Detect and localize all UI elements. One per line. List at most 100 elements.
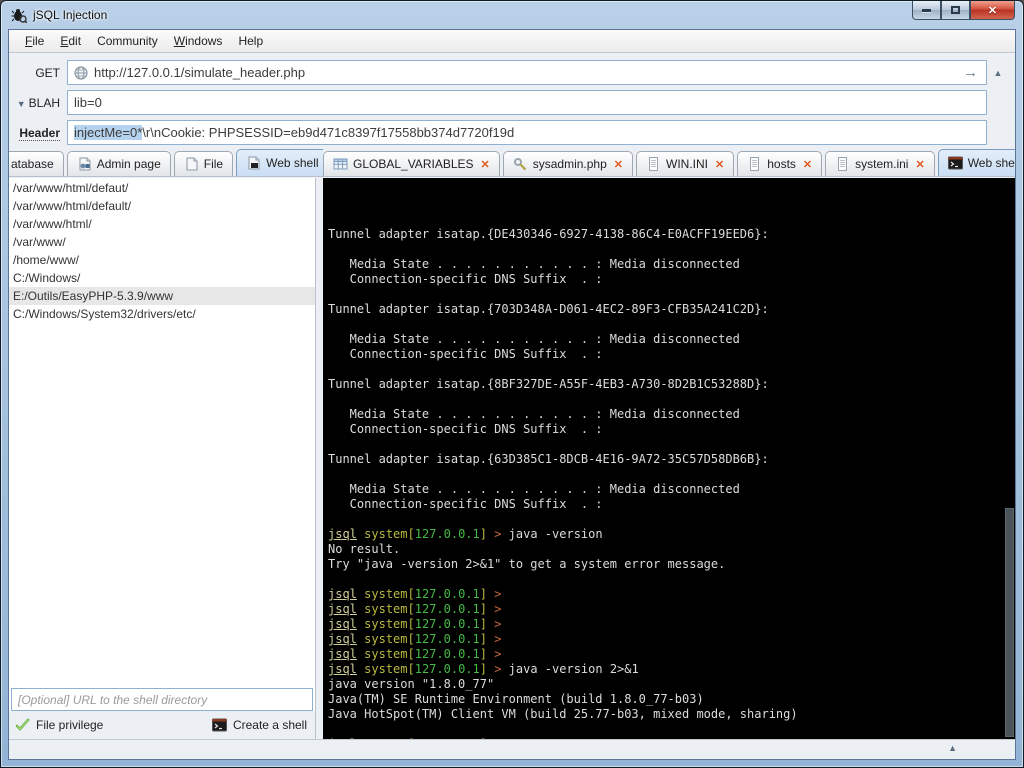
tab-atabase[interactable]: atabase xyxy=(9,151,64,176)
tab-bars: atabaseAdmin pageFileWeb shell◀▶ GLOBAL_… xyxy=(9,147,1015,177)
file-privilege-button[interactable]: File privilege xyxy=(15,718,103,732)
terminal-output-line xyxy=(328,722,1015,737)
document-icon xyxy=(835,157,850,171)
tab-label: system.ini xyxy=(855,157,908,171)
tab-close-icon[interactable]: ✕ xyxy=(715,158,724,171)
tab-label: Web shell xyxy=(968,156,1015,170)
menu-bar: FileEditCommunityWindowsHelp xyxy=(9,30,1015,53)
tab-global-variables[interactable]: GLOBAL_VARIABLES✕ xyxy=(323,151,500,176)
shell-path-item[interactable]: C:/Windows/System32/drivers/etc/ xyxy=(9,305,315,323)
minimize-button[interactable] xyxy=(912,1,941,20)
terminal-prompt-line: jsql system[127.0.0.1] > xyxy=(328,587,1015,602)
terminal-output-line: Java(TM) SE Runtime Environment (build 1… xyxy=(328,692,1015,707)
menu-item-file[interactable]: File xyxy=(17,31,52,51)
tab-win-ini[interactable]: WIN.INI ✕ xyxy=(636,151,734,176)
terminal-output-line: java version "1.8.0_77" xyxy=(328,677,1015,692)
tab-close-icon[interactable]: ✕ xyxy=(915,158,924,171)
tab-label: WIN.INI xyxy=(666,157,708,171)
web-shell-icon xyxy=(246,156,261,170)
terminal-output-line: Connection-specific DNS Suffix . : xyxy=(328,497,1015,512)
app-bug-icon xyxy=(11,7,27,23)
web-shell-terminal[interactable]: Tunnel adapter isatap.{DE430346-6927-413… xyxy=(323,178,1015,739)
shell-path-item[interactable]: E:/Outils/EasyPHP-5.3.9/www xyxy=(9,287,315,305)
terminal-output-line: Media State . . . . . . . . . . . : Medi… xyxy=(328,407,1015,422)
tab-close-icon[interactable]: ✕ xyxy=(614,158,623,171)
document-icon xyxy=(747,157,762,171)
terminal-prompt-line: jsql system[127.0.0.1] > xyxy=(328,647,1015,662)
url-value: http://127.0.0.1/simulate_header.php xyxy=(94,65,305,80)
tab-hosts[interactable]: hosts ✕ xyxy=(737,151,822,176)
tab-web-shell[interactable]: Web shell✕ xyxy=(938,149,1015,176)
tab-web-shell[interactable]: Web shell xyxy=(236,149,323,176)
app-window: jSQL Injection ✕ FileEditCommunityWindow… xyxy=(0,0,1024,768)
blah-label[interactable]: ▼BLAH xyxy=(9,96,67,110)
menu-item-help[interactable]: Help xyxy=(230,31,271,51)
tab-close-icon[interactable]: ✕ xyxy=(803,158,812,171)
header-field[interactable]: injectMe=0*\r\nCookie: PHPSESSID=eb9d471… xyxy=(67,120,987,145)
maximize-button[interactable] xyxy=(941,1,970,20)
window-controls: ✕ xyxy=(912,1,1015,20)
status-bar: ▲ xyxy=(9,739,1015,759)
terminal-output-line: Connection-specific DNS Suffix . : xyxy=(328,422,1015,437)
url-field[interactable]: http://127.0.0.1/simulate_header.php → xyxy=(67,60,987,85)
terminal-prompt-line: jsql system[127.0.0.1] > java -version xyxy=(328,527,1015,542)
header-label[interactable]: Header xyxy=(9,126,67,140)
shell-path-item[interactable]: /var/www/ xyxy=(9,233,315,251)
file-icon xyxy=(184,157,199,171)
menu-item-community[interactable]: Community xyxy=(89,31,166,51)
terminal-output-line: Tunnel adapter isatap.{DE430346-6927-413… xyxy=(328,227,1015,242)
close-button[interactable]: ✕ xyxy=(970,1,1015,20)
shell-path-item[interactable]: /var/www/html/ xyxy=(9,215,315,233)
terminal-output-line: Try "java -version 2>&1" to get a system… xyxy=(328,557,1015,572)
tab-sysadmin-php[interactable]: sysadmin.php ✕ xyxy=(503,151,633,176)
get-label: GET xyxy=(9,66,67,80)
blah-value: lib=0 xyxy=(74,95,102,110)
terminal-output-line xyxy=(328,362,1015,377)
terminal-output-line: Tunnel adapter isatap.{8BF327DE-A55F-4EB… xyxy=(328,377,1015,392)
client-area: FileEditCommunityWindowsHelp GET xyxy=(8,29,1016,760)
terminal-output-line: Media State . . . . . . . . . . . : Medi… xyxy=(328,257,1015,272)
shell-path-item[interactable]: /var/www/html/defaut/ xyxy=(9,179,315,197)
shell-actions: File privilege Create a shell xyxy=(9,711,315,739)
dropdown-arrow-icon: ▼ xyxy=(17,99,26,109)
window-title: jSQL Injection xyxy=(33,8,107,22)
shell-path-item[interactable]: /var/www/html/default/ xyxy=(9,197,315,215)
menu-item-edit[interactable]: Edit xyxy=(52,31,89,51)
tab-admin-page[interactable]: Admin page xyxy=(67,151,171,176)
tab-file[interactable]: File xyxy=(174,151,233,176)
shell-path-item[interactable]: /home/www/ xyxy=(9,251,315,269)
menu-item-windows[interactable]: Windows xyxy=(166,31,231,51)
statusbar-collapse-icon[interactable]: ▲ xyxy=(948,743,957,753)
script-icon xyxy=(513,157,528,171)
terminal-output-line: Tunnel adapter isatap.{63D385C1-8DCB-4E1… xyxy=(328,452,1015,467)
blah-field[interactable]: lib=0 xyxy=(67,90,987,115)
panel-splitter[interactable] xyxy=(316,178,323,739)
terminal-scrollbar-thumb[interactable] xyxy=(1005,508,1014,737)
terminal-output-line: Connection-specific DNS Suffix . : xyxy=(328,272,1015,287)
shell-path-item[interactable]: C:/Windows/ xyxy=(9,269,315,287)
tab-close-icon[interactable]: ✕ xyxy=(481,158,490,171)
terminal-scrollbar[interactable] xyxy=(1004,178,1015,739)
terminal-output-line xyxy=(328,392,1015,407)
terminal-output-line xyxy=(328,437,1015,452)
terminal-output-line xyxy=(328,242,1015,257)
terminal-icon xyxy=(948,156,963,170)
shell-url-input[interactable]: [Optional] URL to the shell directory xyxy=(11,688,313,711)
main-content: /var/www/html/defaut//var/www/html/defau… xyxy=(9,178,1015,739)
right-tab-strip: GLOBAL_VARIABLES✕sysadmin.php✕WIN.INI✕ho… xyxy=(323,146,1015,176)
check-icon xyxy=(15,718,30,732)
tab-system-ini[interactable]: system.ini ✕ xyxy=(825,151,935,176)
header-selected-text: injectMe=0* xyxy=(74,125,142,140)
web-shell-side-panel: /var/www/html/defaut//var/www/html/defau… xyxy=(9,178,316,739)
tab-label: sysadmin.php xyxy=(533,157,607,171)
terminal-prompt-line: jsql system[127.0.0.1] > xyxy=(328,617,1015,632)
collapse-panel-button[interactable]: ▲ xyxy=(987,68,1009,78)
terminal-output-line: Connection-specific DNS Suffix . : xyxy=(328,347,1015,362)
tab-label: hosts xyxy=(767,157,796,171)
terminal-output-line xyxy=(328,287,1015,302)
terminal-output-line: Java HotSpot(TM) Client VM (build 25.77-… xyxy=(328,707,1015,722)
terminal-prompt-line: jsql system[127.0.0.1] > xyxy=(328,632,1015,647)
create-shell-button[interactable]: Create a shell xyxy=(212,718,307,732)
document-icon xyxy=(646,157,661,171)
go-arrow-icon[interactable]: → xyxy=(961,64,980,81)
